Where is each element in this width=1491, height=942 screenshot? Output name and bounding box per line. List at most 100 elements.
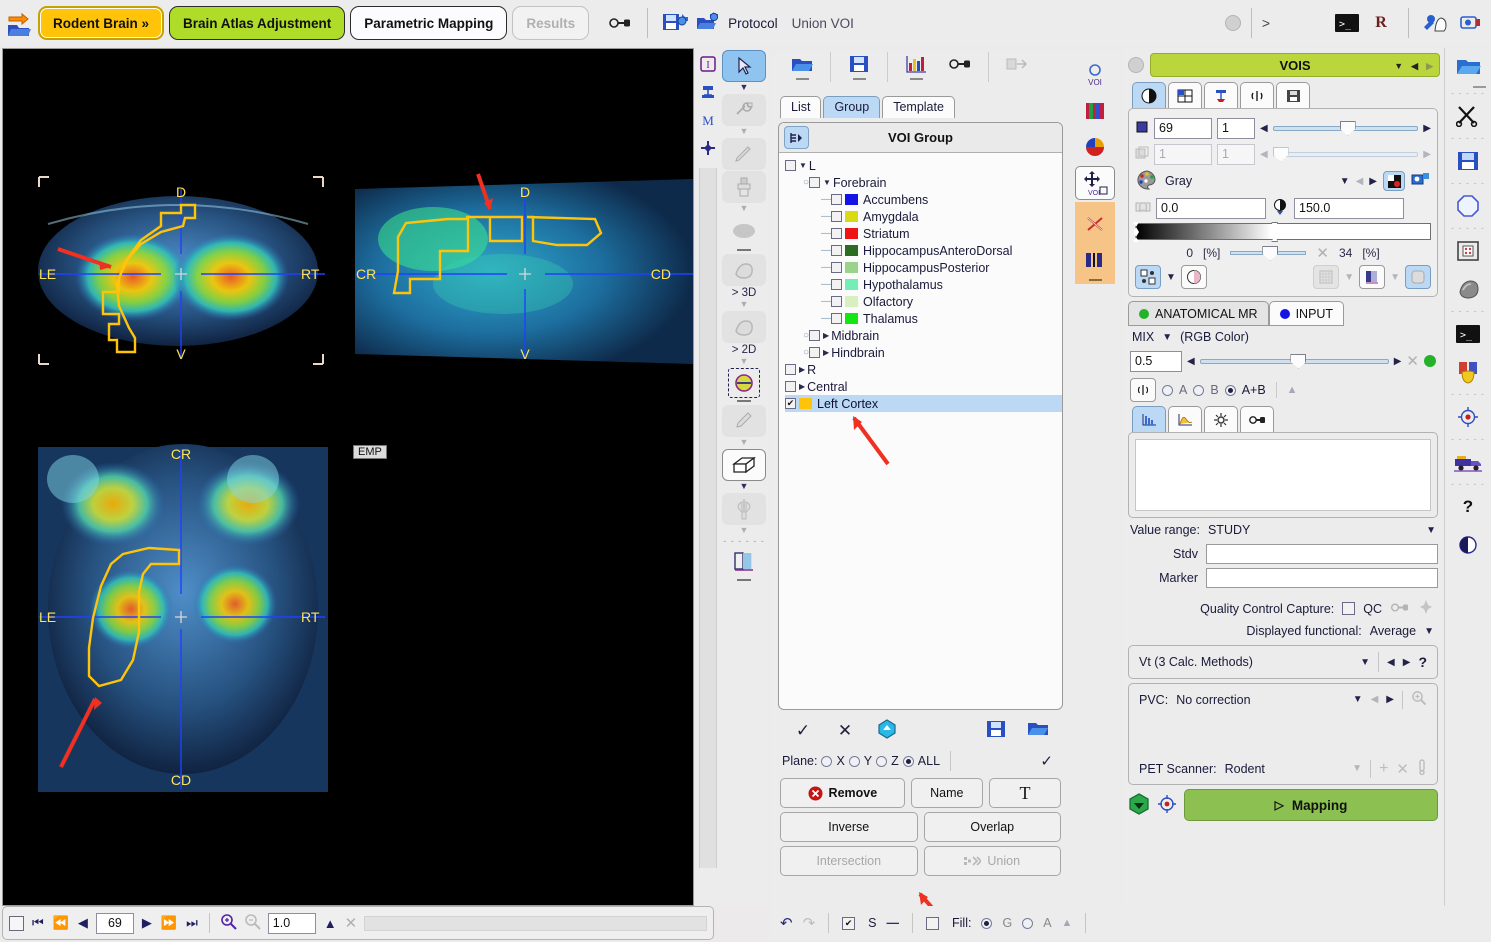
tab-template[interactable]: Template bbox=[882, 96, 955, 118]
palette-icon[interactable] bbox=[1135, 169, 1159, 193]
contrast-tab[interactable] bbox=[1132, 82, 1166, 108]
marker-dropdown-icon[interactable]: ▼ bbox=[1166, 272, 1176, 283]
triangle-up-icon[interactable]: ▲ bbox=[323, 916, 338, 931]
open-folder-arrow-icon[interactable] bbox=[4, 6, 34, 40]
step-forward-icon[interactable]: ▶ bbox=[141, 915, 153, 931]
frame-next-arrow[interactable]: ▶ bbox=[1423, 149, 1431, 160]
crosshair-icon[interactable] bbox=[696, 134, 720, 162]
layout-tab[interactable] bbox=[1168, 82, 1202, 108]
fill-radio-a[interactable] bbox=[1022, 917, 1034, 929]
pvc-next-arrow[interactable]: ▶ bbox=[1386, 694, 1394, 705]
target-icon[interactable] bbox=[1158, 794, 1176, 816]
invert-icon[interactable] bbox=[1383, 171, 1405, 191]
plane-label-z[interactable]: Z bbox=[891, 754, 899, 768]
voi-outline-icon[interactable]: VOI bbox=[1075, 58, 1115, 92]
colorbar-tool[interactable] bbox=[722, 545, 766, 577]
plane-label-y[interactable]: Y bbox=[864, 754, 872, 768]
skip-to-first-icon[interactable]: ⏮ bbox=[31, 915, 45, 931]
method-dropdown-icon[interactable]: ▼ bbox=[1360, 657, 1370, 668]
voi-tree-item[interactable]: — Hypothalamus bbox=[785, 276, 1062, 293]
eraser-tool[interactable] bbox=[722, 405, 766, 437]
arrow-tool-caret[interactable]: ▼ bbox=[720, 83, 768, 94]
qc-checkbox[interactable] bbox=[1342, 602, 1356, 615]
pvc-magnify-icon[interactable] bbox=[1411, 690, 1427, 709]
ellipse-tool[interactable] bbox=[722, 215, 766, 247]
frame-value-field[interactable]: 1 bbox=[1154, 143, 1212, 165]
mapping-button[interactable]: ▷ Mapping bbox=[1184, 789, 1438, 821]
frame-increment-field[interactable]: 1 bbox=[1217, 143, 1255, 165]
histogram-tab[interactable] bbox=[1132, 406, 1166, 432]
minus-icon[interactable]: — bbox=[887, 916, 900, 930]
plane-radio-y[interactable] bbox=[848, 755, 860, 767]
slice-value-field[interactable]: 69 bbox=[1154, 117, 1212, 139]
step-back-icon[interactable]: ◀ bbox=[77, 915, 89, 931]
terminal-icon[interactable]: >_ bbox=[1445, 315, 1491, 353]
fast-rewind-icon[interactable]: ⏪ bbox=[52, 915, 70, 931]
settings-tab[interactable] bbox=[1204, 406, 1238, 432]
slice-slider[interactable] bbox=[1272, 118, 1419, 138]
grid-icon[interactable] bbox=[1313, 265, 1340, 289]
plane-radio-all[interactable] bbox=[902, 755, 914, 767]
copy-color-icon[interactable] bbox=[1411, 171, 1431, 192]
plane-label-all[interactable]: ALL bbox=[918, 754, 940, 768]
frame-slider[interactable] bbox=[1272, 144, 1419, 164]
union-button[interactable]: Union bbox=[923, 846, 1061, 876]
marker-grid-icon[interactable] bbox=[1135, 265, 1161, 289]
confirm-check-icon[interactable]: ✓ bbox=[782, 721, 824, 741]
voi-tree-item[interactable]: — Accumbens bbox=[785, 191, 1062, 208]
region-2d-caret[interactable]: ▼ bbox=[720, 357, 768, 368]
lamp-tab[interactable] bbox=[1204, 82, 1238, 108]
method-prev-arrow[interactable]: ◀ bbox=[1387, 657, 1395, 668]
radial-icon[interactable] bbox=[1130, 378, 1156, 402]
open-icon[interactable] bbox=[1017, 720, 1059, 743]
pen-tool[interactable] bbox=[722, 138, 766, 170]
qc-pin-icon[interactable] bbox=[1418, 599, 1434, 618]
expand-tree-icon[interactable] bbox=[784, 126, 809, 149]
cut-scissors-icon[interactable] bbox=[1445, 97, 1491, 135]
slice-increment-field[interactable]: 1 bbox=[1217, 117, 1255, 139]
truck-icon[interactable] bbox=[1445, 443, 1491, 481]
chevron-down-icon[interactable]: ▼ bbox=[1394, 61, 1403, 71]
palette-dropdown-icon[interactable]: ▼ bbox=[1340, 176, 1350, 187]
marker-field[interactable] bbox=[1206, 568, 1438, 588]
wrench-tool-caret[interactable]: ▼ bbox=[720, 127, 768, 138]
pet-scanner-dropdown-icon[interactable]: ▼ bbox=[1352, 763, 1362, 774]
wrench-tool[interactable] bbox=[722, 94, 766, 126]
protocol-label[interactable]: Protocol bbox=[728, 16, 778, 31]
fill-radio-g[interactable] bbox=[981, 917, 993, 929]
voi-checkbox[interactable] bbox=[831, 313, 842, 324]
expand-triangle-right-icon[interactable]: ▶ bbox=[799, 382, 805, 391]
statistics-icon[interactable] bbox=[894, 50, 938, 86]
pvc-prev-arrow[interactable]: ◀ bbox=[1371, 694, 1379, 705]
save-voi-icon[interactable] bbox=[837, 50, 881, 86]
alpha-value-field[interactable]: 0.5 bbox=[1130, 350, 1182, 372]
method-next-arrow[interactable]: ▶ bbox=[1403, 657, 1411, 668]
r-language-icon[interactable]: R bbox=[1364, 6, 1398, 40]
save-disk-icon[interactable] bbox=[1445, 142, 1491, 180]
mesh-dropdown-icon[interactable]: ▼ bbox=[1390, 272, 1400, 283]
brush-tool-caret[interactable]: ▼ bbox=[720, 204, 768, 215]
link-icon[interactable] bbox=[938, 50, 982, 86]
voi-checkbox[interactable] bbox=[809, 330, 821, 341]
plane-check-icon[interactable]: ✓ bbox=[1040, 752, 1053, 770]
next-arrow-icon[interactable]: ▶ bbox=[1426, 61, 1433, 72]
voi-tree-item[interactable]: — Olfactory bbox=[785, 293, 1062, 310]
voi-checkbox[interactable] bbox=[831, 245, 842, 256]
matrix-icon[interactable] bbox=[1445, 232, 1491, 270]
voi-tree-item[interactable]: — Striatum bbox=[785, 225, 1062, 242]
mesh-icon[interactable] bbox=[1359, 265, 1386, 289]
scroll-track[interactable] bbox=[364, 915, 707, 931]
target-icon[interactable] bbox=[1445, 398, 1491, 436]
plane-radio-x[interactable] bbox=[821, 755, 833, 767]
percent-slider[interactable] bbox=[1230, 245, 1307, 261]
pet-scanner-x-icon[interactable]: ✕ bbox=[1396, 760, 1409, 778]
prev-arrow-icon[interactable]: ◀ bbox=[1411, 61, 1418, 72]
chain-link-icon[interactable] bbox=[603, 6, 637, 40]
palette-next-arrow[interactable]: ▶ bbox=[1369, 176, 1377, 187]
zoom-out-icon[interactable] bbox=[244, 913, 261, 933]
octagon-icon[interactable] bbox=[1445, 187, 1491, 225]
ab-radio-a[interactable] bbox=[1162, 384, 1173, 396]
qc-link-icon[interactable] bbox=[1390, 602, 1410, 616]
download-green-icon[interactable] bbox=[1128, 792, 1150, 818]
step-results[interactable]: Results bbox=[512, 6, 590, 40]
